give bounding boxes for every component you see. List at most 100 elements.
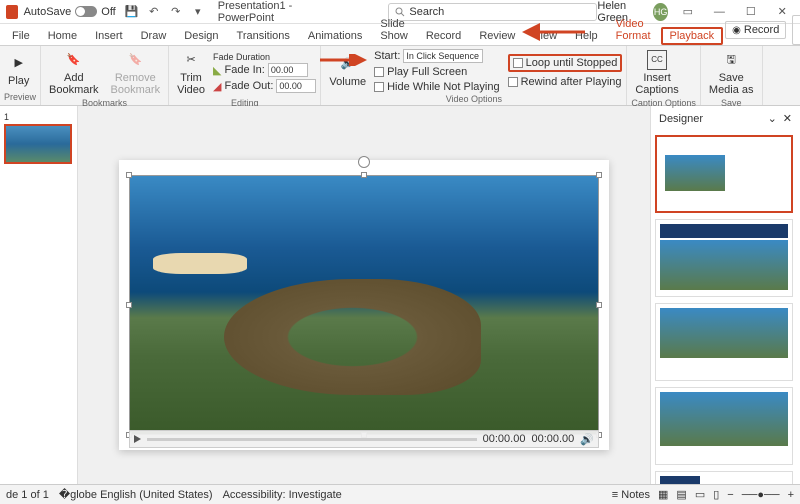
bookmark-add-icon: 🔖	[64, 50, 84, 70]
tab-animations[interactable]: Animations	[300, 27, 370, 45]
play-button[interactable]: ▶Play	[4, 51, 33, 89]
fadeout-label: Fade Out:	[224, 80, 273, 92]
tab-home[interactable]: Home	[40, 27, 85, 45]
design-idea-2[interactable]	[655, 219, 793, 297]
rewind-after-playing-checkbox[interactable]: Rewind after Playing	[508, 76, 623, 88]
play-icon: ▶	[9, 53, 29, 73]
tab-help[interactable]: Help	[567, 27, 606, 45]
save-media-button[interactable]: 🖫Save Media as	[705, 48, 758, 98]
view-normal-icon[interactable]: ▦	[658, 488, 668, 501]
captions-icon: CC	[647, 50, 667, 70]
checkbox-icon	[513, 58, 523, 68]
fadeout-input[interactable]: 00.00	[276, 79, 316, 93]
fadeout-icon: ◢	[213, 80, 221, 93]
designer-pane: Designer ⌄ ✕	[650, 106, 800, 504]
start-label: Start:	[374, 50, 400, 62]
slide-canvas[interactable]: 00:00.00 00:00.00 🔊	[78, 106, 650, 504]
document-title: Presentation1 - PowerPoint	[218, 0, 329, 24]
resize-handle[interactable]	[361, 172, 367, 178]
designer-expand-icon[interactable]: ⌄	[768, 112, 777, 125]
play-fullscreen-checkbox[interactable]: Play Full Screen	[374, 66, 500, 78]
checkbox-icon	[374, 82, 384, 92]
view-sorter-icon[interactable]: ▤	[676, 488, 686, 501]
design-idea-4[interactable]	[655, 387, 793, 465]
save-icon[interactable]: 💾	[124, 4, 140, 20]
record-button[interactable]: ◉ Record	[725, 21, 786, 39]
player-progress[interactable]	[147, 438, 477, 441]
resize-handle[interactable]	[596, 302, 602, 308]
video-player-bar: 00:00.00 00:00.00 🔊	[129, 430, 599, 448]
save-media-icon: 🖫	[721, 50, 741, 70]
toggle-off-icon[interactable]	[75, 6, 97, 17]
group-save: Save	[705, 98, 758, 109]
remove-bookmark-button[interactable]: 🔖Remove Bookmark	[107, 48, 165, 98]
powerpoint-icon	[6, 5, 18, 19]
autosave-toggle[interactable]: AutoSave Off	[24, 6, 116, 18]
slide: 00:00.00 00:00.00 🔊	[119, 160, 609, 450]
tab-record[interactable]: Record	[418, 27, 469, 45]
zoom-in-icon[interactable]: +	[788, 489, 794, 501]
autosave-label: AutoSave	[24, 6, 72, 18]
designer-title: Designer	[659, 113, 703, 125]
view-reading-icon[interactable]: ▭	[695, 488, 705, 501]
undo-icon[interactable]: ↶	[146, 4, 162, 20]
tab-view[interactable]: View	[525, 27, 565, 45]
tab-design[interactable]: Design	[176, 27, 226, 45]
checkbox-icon	[374, 67, 384, 77]
player-volume-icon[interactable]: 🔊	[580, 433, 594, 446]
zoom-out-icon[interactable]: −	[727, 489, 733, 501]
resize-handle[interactable]	[126, 302, 132, 308]
tab-review[interactable]: Review	[471, 27, 523, 45]
view-slideshow-icon[interactable]: ▯	[713, 488, 719, 501]
insert-captions-button[interactable]: CCInsert Captions	[631, 48, 682, 98]
slide-number: 1	[4, 112, 73, 122]
tab-video-format[interactable]: Video Format	[608, 15, 659, 45]
hide-not-playing-checkbox[interactable]: Hide While Not Playing	[374, 81, 500, 93]
add-bookmark-button[interactable]: 🔖Add Bookmark	[45, 48, 103, 98]
accessibility-status[interactable]: Accessibility: Investigate	[223, 489, 342, 501]
fadein-icon: ◣	[213, 64, 221, 77]
tab-draw[interactable]: Draw	[133, 27, 175, 45]
volume-icon: 🔊	[338, 54, 358, 74]
trim-icon: ✂	[181, 50, 201, 70]
zoom-slider[interactable]: ──●──	[742, 489, 780, 501]
design-idea-1[interactable]	[655, 135, 793, 213]
language-status[interactable]: �globe English (United States)	[59, 488, 213, 501]
fade-duration-label: Fade Duration	[213, 52, 316, 62]
checkbox-icon	[508, 77, 518, 87]
present-teams-button[interactable]: ▦ Present in Teams	[792, 15, 800, 45]
bookmark-remove-icon: 🔖	[125, 50, 145, 70]
player-time-total: 00:00.00	[531, 433, 574, 445]
resize-handle[interactable]	[126, 172, 132, 178]
ribbon-options-icon[interactable]: ▭	[676, 3, 699, 21]
start-dropdown[interactable]: In Click Sequence	[403, 49, 483, 63]
designer-close-icon[interactable]: ✕	[783, 112, 792, 125]
video-content	[224, 279, 481, 395]
volume-button[interactable]: 🔊Volume	[325, 52, 370, 90]
player-time-current: 00:00.00	[483, 433, 526, 445]
fadein-input[interactable]: 00.00	[268, 63, 308, 77]
tab-playback[interactable]: Playback	[661, 27, 724, 45]
slide-thumbnail-panel: 1	[0, 106, 78, 504]
tab-insert[interactable]: Insert	[87, 27, 131, 45]
tab-file[interactable]: File	[4, 27, 38, 45]
tab-slideshow[interactable]: Slide Show	[372, 15, 416, 45]
resize-handle[interactable]	[596, 172, 602, 178]
rotate-handle-icon[interactable]	[358, 156, 370, 168]
redo-icon[interactable]: ↷	[168, 4, 184, 20]
notes-button[interactable]: ≡ Notes	[612, 489, 650, 501]
slide-counter: de 1 of 1	[6, 489, 49, 501]
autosave-state: Off	[101, 6, 115, 18]
player-play-icon[interactable]	[134, 435, 141, 443]
loop-until-stopped-checkbox[interactable]: Loop until Stopped	[508, 54, 623, 72]
qat-more-icon[interactable]: ▾	[190, 4, 206, 20]
slide-thumbnail-1[interactable]	[4, 124, 72, 164]
group-video-options: Video Options	[325, 94, 622, 105]
trim-video-button[interactable]: ✂Trim Video	[173, 48, 209, 98]
search-input[interactable]: Search	[388, 3, 597, 21]
video-object[interactable]	[129, 175, 599, 435]
status-bar: de 1 of 1 �globe English (United States)…	[0, 484, 800, 504]
group-preview: Preview	[4, 92, 36, 103]
tab-transitions[interactable]: Transitions	[229, 27, 298, 45]
design-idea-3[interactable]	[655, 303, 793, 381]
